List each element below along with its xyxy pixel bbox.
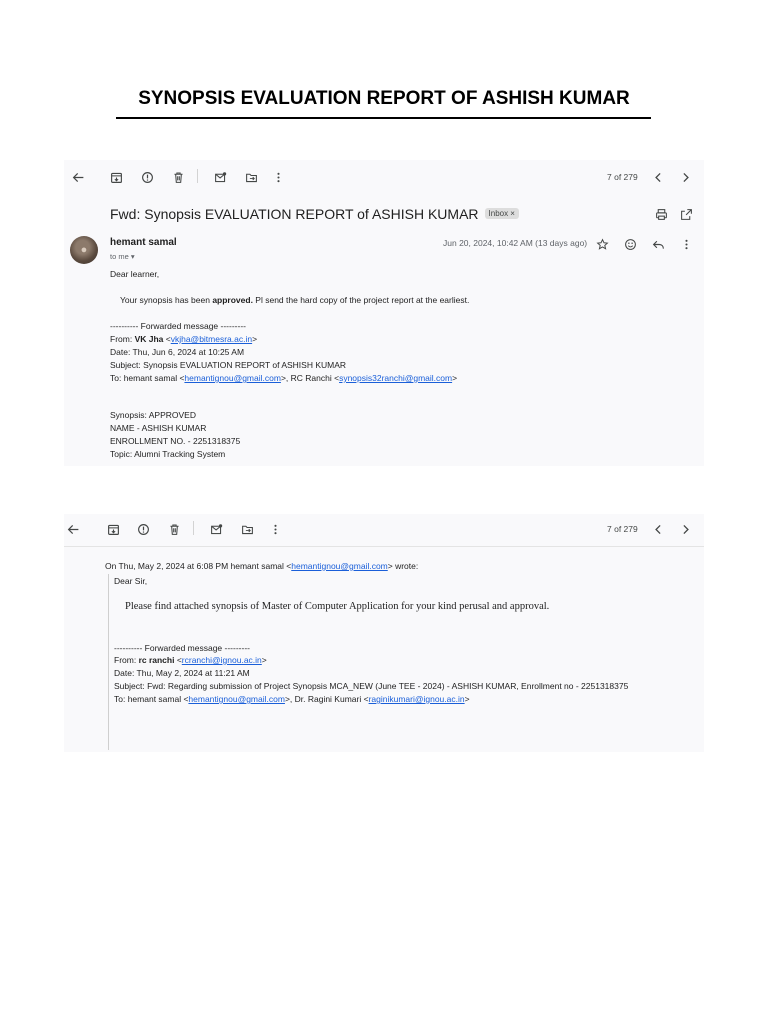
chevron-right-icon[interactable]: [676, 168, 694, 186]
email-subject: Fwd: Synopsis EVALUATION REPORT of ASHIS…: [110, 206, 519, 222]
more-vert-icon[interactable]: [266, 520, 284, 538]
back-arrow-icon[interactable]: [64, 520, 82, 538]
email-screenshot-2: 7 of 279 On Thu, May 2, 2024 at 6:08 PM …: [64, 514, 704, 752]
forwarded-to: To: hemant samal <hemantignou@gmail.com>…: [114, 694, 470, 704]
submission-message: Please find attached synopsis of Master …: [125, 601, 550, 612]
to-email-link-1[interactable]: hemantignou@gmail.com: [184, 373, 281, 383]
pager-count: 7 of 279: [607, 524, 638, 534]
chevron-right-icon[interactable]: [676, 520, 694, 538]
greeting: Dear Sir,: [114, 576, 148, 586]
archive-icon[interactable]: [104, 520, 122, 538]
forwarded-date: Date: Thu, May 2, 2024 at 11:21 AM: [114, 668, 250, 678]
archive-icon[interactable]: [107, 168, 125, 186]
forwarded-subject: Subject: Fwd: Regarding submission of Pr…: [114, 681, 629, 691]
reply-icon[interactable]: [649, 235, 667, 253]
emoji-icon[interactable]: [621, 235, 639, 253]
to-email-link-2[interactable]: synopsis32ranchi@gmail.com: [339, 373, 452, 383]
wrote-email-link[interactable]: hemantignou@gmail.com: [291, 561, 388, 571]
more-vert-icon[interactable]: [269, 168, 287, 186]
sender-avatar[interactable]: ●: [70, 236, 98, 264]
chevron-left-icon[interactable]: [649, 168, 667, 186]
print-icon[interactable]: [652, 205, 670, 223]
delete-icon[interactable]: [165, 520, 183, 538]
forwarded-subject: Subject: Synopsis EVALUATION REPORT of A…: [110, 360, 347, 370]
quoted-intro: On Thu, May 2, 2024 at 6:08 PM hemant sa…: [105, 561, 419, 571]
quote-bar: [108, 574, 109, 750]
inbox-label-chip[interactable]: Inbox ×: [484, 208, 519, 219]
email-toolbar: 7 of 279: [64, 514, 704, 548]
email-date: Jun 20, 2024, 10:42 AM (13 days ago): [443, 238, 588, 248]
star-icon[interactable]: [593, 235, 611, 253]
mark-unread-icon[interactable]: [207, 520, 225, 538]
forwarded-date: Date: Thu, Jun 6, 2024 at 10:25 AM: [110, 347, 245, 357]
greeting: Dear learner,: [110, 269, 160, 279]
recipient-summary[interactable]: to me ▾: [110, 252, 135, 261]
synopsis-status: Synopsis: APPROVED: [110, 410, 196, 420]
to-email-link-1[interactable]: hemantignou@gmail.com: [188, 694, 285, 704]
chevron-left-icon[interactable]: [649, 520, 667, 538]
email-subject-text: Fwd: Synopsis EVALUATION REPORT of ASHIS…: [110, 206, 479, 222]
move-to-icon[interactable]: [238, 520, 256, 538]
sender-name[interactable]: hemant samal: [110, 237, 177, 248]
approval-message: Your synopsis has been approved. Pl send…: [120, 295, 470, 305]
mark-unread-icon[interactable]: [211, 168, 229, 186]
from-email-link[interactable]: rcranchi@ignou.ac.in: [182, 655, 262, 665]
student-name: NAME - ASHISH KUMAR: [110, 423, 207, 433]
open-new-window-icon[interactable]: [677, 205, 695, 223]
forwarded-to: To: hemant samal <hemantignou@gmail.com>…: [110, 373, 458, 383]
email-toolbar: 7 of 279: [64, 160, 704, 194]
forwarded-header: ---------- Forwarded message ---------: [114, 643, 250, 653]
forwarded-from: From: VK Jha <vkjha@bitmesra.ac.in>: [110, 334, 258, 344]
pager-count: 7 of 279: [607, 172, 638, 182]
to-email-link-2[interactable]: raginikumari@ignou.ac.in: [369, 694, 465, 704]
delete-icon[interactable]: [169, 168, 187, 186]
report-spam-icon[interactable]: [138, 168, 156, 186]
document-title: SYNOPSIS EVALUATION REPORT OF ASHISH KUM…: [138, 88, 630, 109]
more-vert-icon[interactable]: [677, 235, 695, 253]
report-spam-icon[interactable]: [134, 520, 152, 538]
back-arrow-icon[interactable]: [69, 168, 87, 186]
from-email-link[interactable]: vkjha@bitmesra.ac.in: [171, 334, 252, 344]
move-to-icon[interactable]: [242, 168, 260, 186]
email-screenshot-1: 7 of 279 Fwd: Synopsis EVALUATION REPORT…: [64, 160, 704, 466]
forwarded-header: ---------- Forwarded message ---------: [110, 321, 246, 331]
forwarded-from: From: rc ranchi <rcranchi@ignou.ac.in>: [114, 655, 267, 665]
title-underline: [116, 117, 651, 119]
enrollment-number: ENROLLMENT NO. - 2251318375: [110, 436, 241, 446]
project-topic: Topic: Alumni Tracking System: [110, 449, 226, 459]
